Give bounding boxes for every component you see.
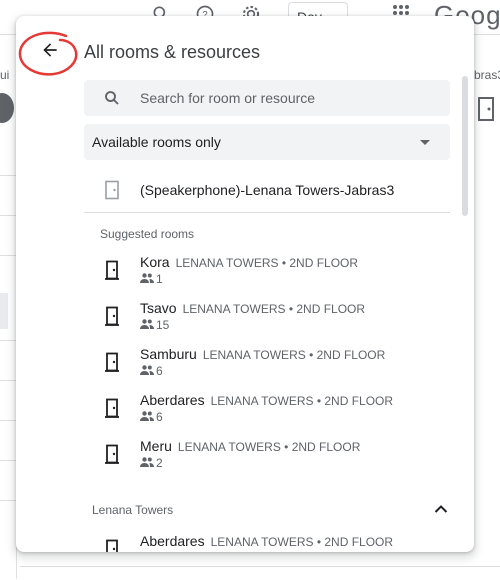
- room-name: Aberdares: [140, 533, 205, 549]
- room-item[interactable]: Aberdares LENANA TOWERS • 2ND FLOOR 6: [84, 526, 450, 552]
- room-capacity: 6: [156, 364, 163, 378]
- availability-filter-select[interactable]: Available rooms only: [84, 124, 450, 160]
- room-location: LENANA TOWERS • 2ND FLOOR: [183, 302, 365, 316]
- group-label: Lenana Towers: [92, 503, 173, 517]
- calendar-bottom-edge: [20, 566, 500, 580]
- people-icon: [140, 410, 156, 425]
- group-rooms-list: Aberdares LENANA TOWERS • 2ND FLOOR 6: [84, 526, 450, 552]
- room-location: LENANA TOWERS • 2ND FLOOR: [203, 348, 385, 362]
- room-capacity: 15: [156, 318, 169, 332]
- search-input[interactable]: [140, 90, 420, 106]
- grid-line: [0, 380, 16, 381]
- people-icon: [140, 456, 156, 471]
- grid-line: [0, 340, 16, 341]
- room-name: Kora: [140, 254, 170, 270]
- dropdown-arrow-icon: [420, 140, 430, 145]
- room-item[interactable]: Tsavo LENANA TOWERS • 2ND FLOOR 15: [84, 293, 450, 339]
- room-item[interactable]: Meru LENANA TOWERS • 2ND FLOOR 2: [84, 431, 450, 477]
- room-location: LENANA TOWERS • 2ND FLOOR: [176, 256, 358, 270]
- left-peek-text: ui: [0, 68, 9, 82]
- people-icon: [140, 318, 156, 333]
- availability-filter-value: Available rooms only: [84, 134, 221, 150]
- suggested-rooms-list: Suggested rooms Kora LENANA TOWERS • 2ND …: [84, 221, 450, 477]
- panel-title: All rooms & resources: [84, 42, 260, 63]
- rooms-resources-panel: All rooms & resources Available rooms on…: [16, 16, 474, 552]
- room-name: Tsavo: [140, 300, 177, 316]
- room-location: LENANA TOWERS • 2ND FLOOR: [211, 535, 393, 549]
- group-header-lenana-towers[interactable]: Lenana Towers: [92, 496, 458, 524]
- room-capacity: 6: [156, 410, 163, 424]
- back-button[interactable]: [36, 38, 64, 66]
- right-peek-text: bras3: [474, 68, 500, 82]
- room-location: LENANA TOWERS • 2ND FLOOR: [211, 394, 393, 408]
- room-item[interactable]: Samburu LENANA TOWERS • 2ND FLOOR 6: [84, 339, 450, 385]
- room-name: Samburu: [140, 346, 197, 362]
- suggested-rooms-header: Suggested rooms: [84, 221, 450, 247]
- grid-line: [0, 420, 16, 421]
- arrow-left-icon: [40, 40, 60, 65]
- room-name: Meru: [140, 438, 172, 454]
- door-icon: [84, 180, 140, 200]
- selected-resource-row[interactable]: (Speakerphone)-Lenana Towers-Jabras3: [84, 168, 450, 213]
- door-icon: [84, 539, 140, 552]
- door-icon: [84, 260, 140, 280]
- grid-line: [0, 255, 16, 256]
- search-icon: [100, 86, 124, 110]
- selected-resource-name: (Speakerphone)-Lenana Towers-Jabras3: [140, 182, 394, 198]
- room-capacity: 2: [156, 456, 163, 470]
- grid-line: [0, 500, 16, 501]
- room-capacity: 6: [156, 551, 163, 552]
- people-icon: [140, 272, 156, 287]
- door-icon: [476, 96, 496, 127]
- door-icon: [84, 398, 140, 418]
- chevron-up-icon[interactable]: [434, 501, 448, 519]
- room-item[interactable]: Kora LENANA TOWERS • 2ND FLOOR 1: [84, 247, 450, 293]
- room-item[interactable]: Aberdares LENANA TOWERS • 2ND FLOOR 6: [84, 385, 450, 431]
- people-icon: [140, 364, 156, 379]
- search-box[interactable]: [84, 80, 450, 116]
- grid-line: [0, 460, 16, 461]
- grid-line: [0, 175, 16, 176]
- room-capacity: 1: [156, 272, 163, 286]
- door-icon: [84, 444, 140, 464]
- door-icon: [84, 352, 140, 372]
- panel-scrollbar[interactable]: [462, 76, 468, 216]
- calendar-event-block: [0, 293, 8, 329]
- room-name: Aberdares: [140, 392, 205, 408]
- door-icon: [84, 306, 140, 326]
- room-location: LENANA TOWERS • 2ND FLOOR: [178, 440, 360, 454]
- people-icon: [140, 551, 156, 553]
- grid-line: [0, 215, 16, 216]
